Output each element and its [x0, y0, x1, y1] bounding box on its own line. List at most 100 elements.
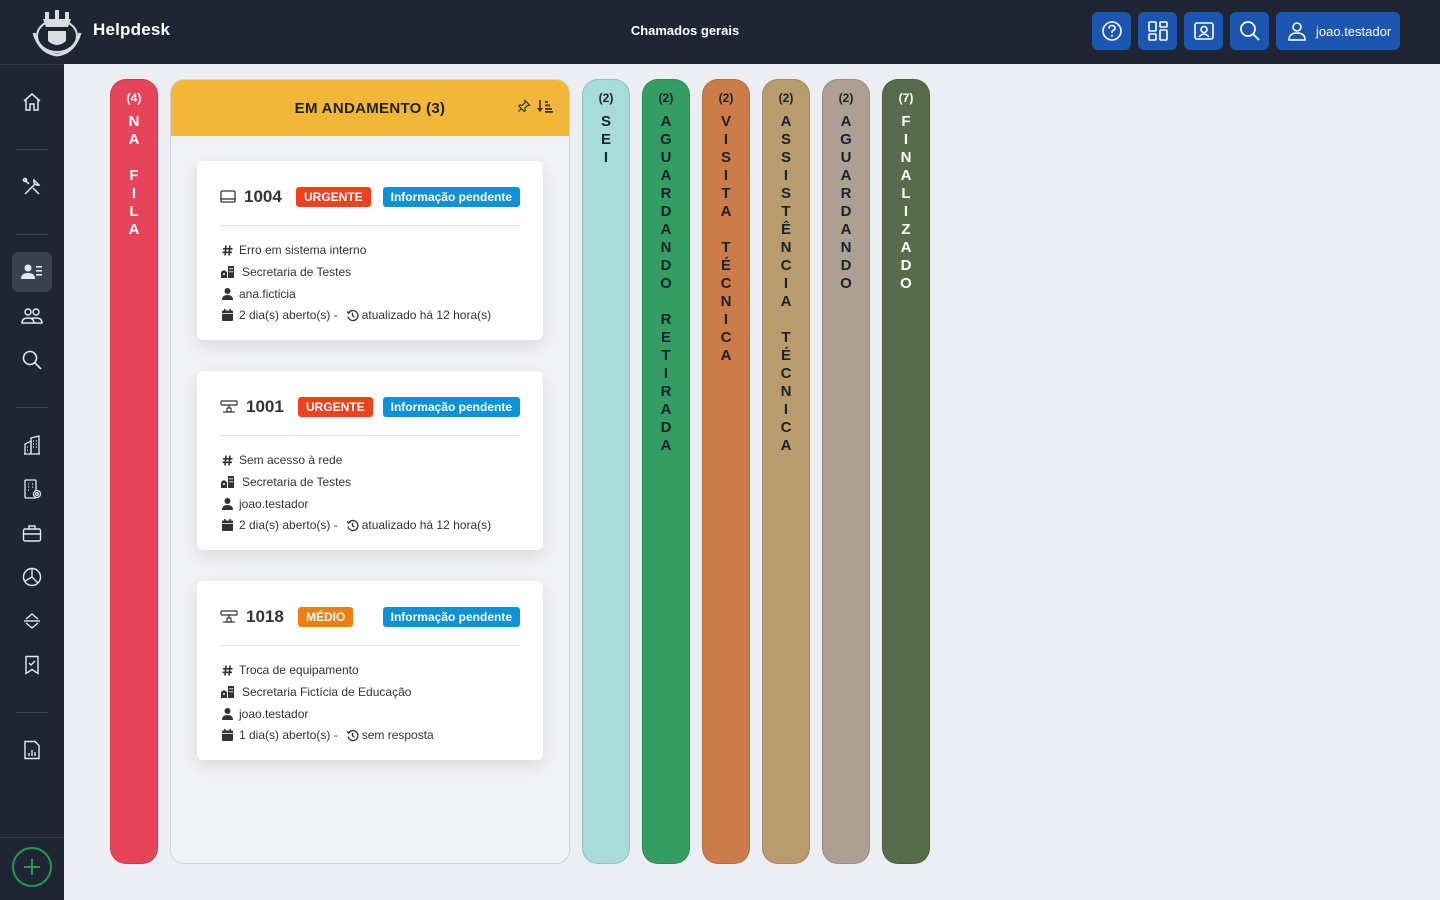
user-menu-button[interactable]: joao.testador	[1276, 12, 1400, 50]
sidebar-item-tools[interactable]	[12, 167, 52, 207]
building-icon	[24, 435, 40, 455]
sidebar-divider	[16, 712, 48, 713]
ticket-user-row: ana.ficticia	[220, 286, 296, 302]
ticket-department-row: Secretaria de Testes	[220, 264, 351, 280]
ticket-number: 1018	[246, 607, 284, 626]
search-icon	[1239, 21, 1260, 41]
grid-icon	[1147, 21, 1168, 41]
dashboard-button[interactable]	[1138, 12, 1177, 50]
ticket-number: 1004	[244, 187, 282, 206]
column-count: (4)	[126, 91, 142, 105]
column-visita-técnica[interactable]: (2) V I S I T A TÉCNICA	[702, 79, 750, 864]
history-icon	[346, 519, 359, 531]
ticket-opened: 1 dia(s) aberto(s) -	[239, 728, 338, 742]
column-label: AGUARDANDO	[840, 113, 852, 292]
building-people-icon	[220, 476, 234, 488]
person-lines-icon	[21, 264, 42, 279]
ticket-subject: Troca de equipamento	[239, 663, 359, 677]
sidebar-item-users[interactable]	[12, 296, 52, 336]
column-count: (2)	[598, 91, 614, 105]
ticket-card[interactable]: 1001 URGENTE Informação pendente Sem ace…	[197, 371, 543, 550]
sidebar-item-bookmark-check[interactable]	[12, 645, 52, 685]
top-bar: Helpdesk Chamados gerais joao.testador	[0, 0, 1440, 64]
history-icon	[346, 309, 359, 321]
ticket-user: joao.testador	[239, 497, 309, 511]
ticket-number: 1001	[246, 397, 284, 416]
priority-badge: MÉDIO	[298, 607, 354, 627]
ticket-user-row: joao.testador	[220, 496, 308, 512]
building-people-icon	[220, 266, 234, 278]
ticket-subject-row: Sem acesso à rede	[220, 452, 342, 468]
hash-icon	[222, 244, 232, 256]
column-header[interactable]: EM ANDAMENTO (3)	[171, 80, 569, 136]
column-label: VISITA TÉCNICA	[720, 113, 732, 364]
sidebar	[0, 64, 64, 900]
history-icon	[346, 729, 359, 741]
briefcase-icon	[22, 525, 42, 542]
network-icon	[220, 610, 238, 624]
sidebar-item-briefcase[interactable]	[12, 513, 52, 553]
status-badge: Informação pendente	[382, 607, 520, 627]
help-button[interactable]	[1092, 12, 1131, 50]
card-divider	[220, 645, 520, 646]
people-icon	[21, 308, 43, 324]
ticket-time-row: 2 dia(s) aberto(s) - atualizado há 12 ho…	[220, 307, 491, 323]
sidebar-divider	[16, 149, 48, 150]
building-gear-icon	[24, 479, 42, 499]
column-aguardando[interactable]: (2) A G U A R D A N D O	[822, 79, 870, 864]
column-em-andamento[interactable]: EM ANDAMENTO (3) 1004 URGENTE Informação…	[170, 79, 570, 864]
column-count: (2)	[778, 91, 794, 105]
ticket-updated: atualizado há 12 hora(s)	[361, 308, 492, 322]
ticket-user-row: joao.testador	[220, 706, 308, 722]
status-badge: Informação pendente	[382, 187, 520, 207]
new-ticket-button[interactable]	[12, 847, 52, 887]
sidebar-item-building-settings[interactable]	[12, 469, 52, 509]
ticket-subject-row: Troca de equipamento	[220, 662, 359, 678]
profile-card-button[interactable]	[1184, 12, 1223, 50]
calendar-icon	[221, 729, 233, 741]
ticket-subject: Sem acesso à rede	[239, 453, 343, 467]
ticket-user: joao.testador	[239, 707, 309, 721]
column-sei[interactable]: (2) S E I	[582, 79, 630, 864]
ticket-card[interactable]: 1004 URGENTE Informação pendente Erro em…	[197, 161, 543, 340]
person-badge-icon	[1193, 22, 1214, 40]
column-label: NA FILA	[128, 113, 140, 238]
sidebar-item-buildings[interactable]	[12, 425, 52, 465]
user-icon	[221, 498, 233, 510]
sidebar-item-home[interactable]	[12, 82, 52, 122]
sidebar-divider	[16, 407, 48, 408]
pie-chart-icon	[22, 567, 42, 587]
column-count: (2)	[718, 91, 734, 105]
sidebar-item-tickets[interactable]	[12, 252, 52, 292]
column-assistência-técnica[interactable]: (2) A S S I S T Ê N C I A TÉCNICA	[762, 79, 810, 864]
ticket-time-row: 1 dia(s) aberto(s) - sem resposta	[220, 727, 434, 743]
hash-icon	[222, 454, 232, 466]
sort-icon[interactable]	[537, 99, 553, 113]
column-label: ASSISTÊNCIA TÉCNICA	[780, 113, 792, 454]
priority-badge: URGENTE	[296, 187, 371, 207]
person-icon	[1288, 22, 1306, 41]
ticket-updated: sem resposta	[361, 728, 434, 742]
search-button[interactable]	[1230, 12, 1269, 50]
ticket-subject: Erro em sistema interno	[239, 243, 367, 257]
column-aguardando-retirada[interactable]: (2) A G U A R D A N D O RETIRADA	[642, 79, 690, 864]
column-count: (7)	[898, 91, 914, 105]
ticket-opened: 2 dia(s) aberto(s) -	[239, 518, 338, 532]
card-divider	[220, 225, 520, 226]
search-icon	[22, 350, 42, 370]
column-na-fila[interactable]: (4) N A FILA	[110, 79, 158, 864]
sidebar-item-sort[interactable]	[12, 601, 52, 641]
network-icon	[220, 400, 238, 414]
ticket-subject-row: Erro em sistema interno	[220, 242, 366, 258]
sidebar-item-bar-report[interactable]	[12, 730, 52, 770]
ticket-card-header: 1004 URGENTE Informação pendente	[220, 185, 520, 209]
sidebar-item-reports-pie[interactable]	[12, 557, 52, 597]
ticket-card-header: 1018 MÉDIO Informação pendente	[220, 605, 520, 629]
pin-icon[interactable]	[517, 99, 531, 113]
status-badge: Informação pendente	[382, 397, 520, 417]
column-finalizado[interactable]: (7) F I N A L I Z A D O	[882, 79, 930, 864]
ticket-card[interactable]: 1018 MÉDIO Informação pendente Troca de …	[197, 581, 543, 760]
sidebar-item-search[interactable]	[12, 340, 52, 380]
tools-icon	[22, 177, 41, 195]
user-name: joao.testador	[1316, 23, 1392, 39]
